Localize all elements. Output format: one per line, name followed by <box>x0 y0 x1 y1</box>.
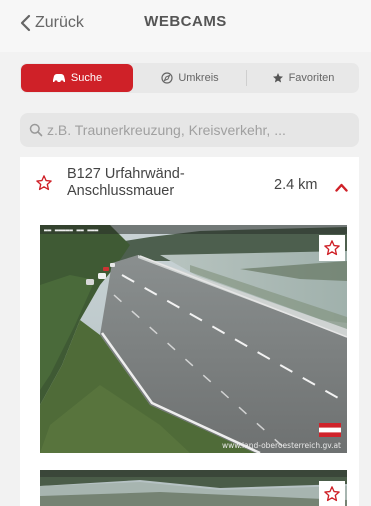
tab-umkreis[interactable]: Umkreis <box>134 63 246 93</box>
image-favorite-button-next[interactable] <box>319 481 345 506</box>
webcam-photo-next <box>40 470 347 506</box>
segmented-control: Suche Umkreis Favoriten <box>20 63 359 93</box>
image-favorite-button[interactable] <box>319 235 345 261</box>
tab-suche[interactable]: Suche <box>21 64 133 92</box>
search-icon <box>29 123 43 137</box>
compass-icon <box>161 72 173 84</box>
webcam-image-next[interactable] <box>40 470 347 506</box>
webcam-card: B127 Urfahrwänd-Anschlussmauer 2.4 km ▬▬… <box>20 157 359 506</box>
webcam-distance: 2.4 km <box>274 177 318 193</box>
tab-umkreis-label: Umkreis <box>178 72 219 84</box>
webcam-photo <box>40 225 347 453</box>
star-filled-icon <box>272 72 284 84</box>
nav-bar: Zurück WEBCAMS <box>0 0 371 52</box>
webcam-header[interactable]: B127 Urfahrwänd-Anschlussmauer 2.4 km <box>20 157 359 219</box>
tab-favoriten[interactable]: Favoriten <box>247 63 359 93</box>
search-input[interactable] <box>47 122 347 138</box>
austria-flag-icon <box>319 423 341 437</box>
timestamp-overlay: ▬▬ ▬▬▬▬▬ ▬▬ ▬▬▬ <box>44 227 99 234</box>
webcam-name: B127 Urfahrwänd-Anschlussmauer <box>67 166 185 199</box>
chevron-up-icon[interactable] <box>335 179 348 197</box>
image-watermark: www.land-oberoesterreich.gv.at <box>221 441 341 450</box>
favorite-star-icon[interactable] <box>35 174 53 197</box>
star-outline-icon <box>324 486 340 502</box>
star-outline-icon <box>324 240 340 256</box>
tab-favoriten-label: Favoriten <box>288 72 335 84</box>
webcam-image[interactable]: ▬▬ ▬▬▬▬▬ ▬▬ ▬▬▬ www.land-oberoesterreich… <box>40 225 347 453</box>
page-title: WEBCAMS <box>144 13 227 30</box>
search-field[interactable] <box>20 113 359 147</box>
tab-suche-label: Suche <box>70 72 103 84</box>
car-icon <box>52 73 66 84</box>
